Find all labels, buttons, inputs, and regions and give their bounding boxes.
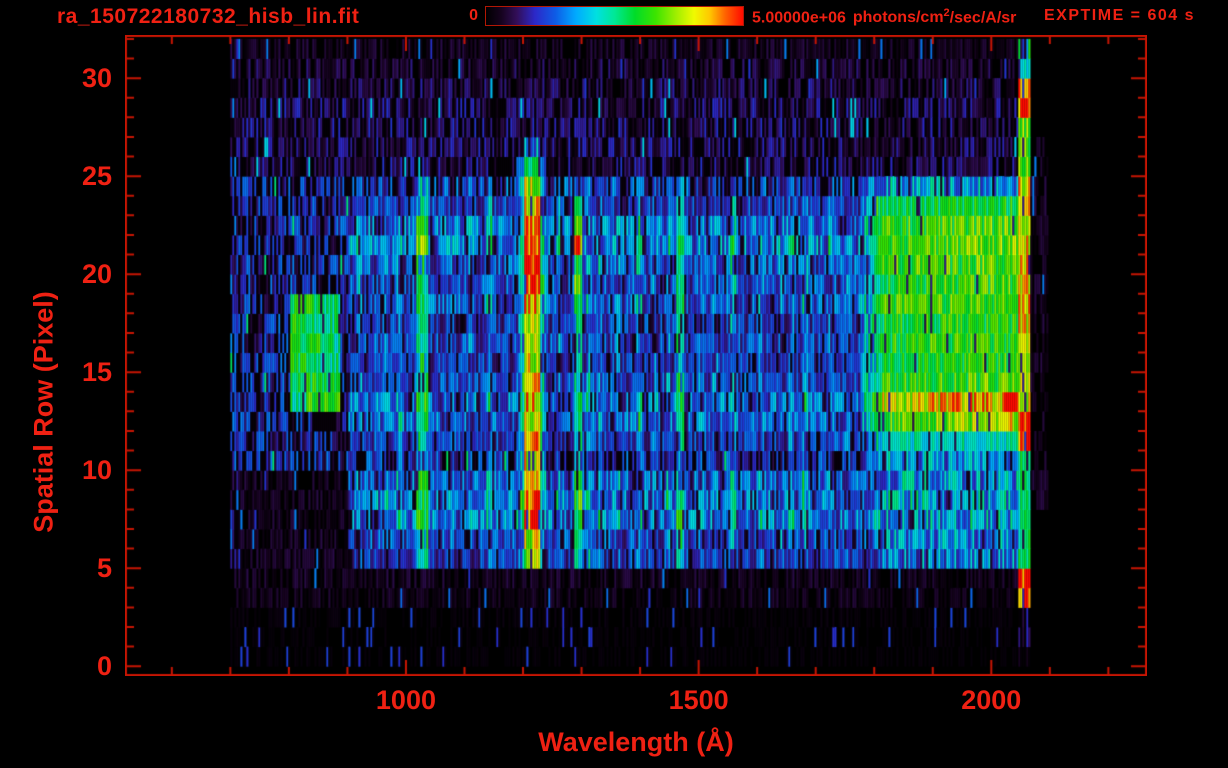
y-tick-label: 0: [96, 651, 112, 682]
colorbar-max-label: 5.00000e+06 photons/cm2/sec/A/sr: [752, 7, 1016, 27]
plot-title: ra_150722180732_hisb_lin.fit: [57, 5, 360, 28]
y-tick-label: 25: [81, 161, 112, 192]
x-axis-label: Wavelength (Å): [538, 727, 734, 757]
y-tick-label: 10: [81, 455, 112, 486]
colorbar-max-value: 5.00000e+06: [752, 9, 846, 27]
exptime-label: EXPTIME = 604 s: [1044, 7, 1196, 24]
x-tick-label: 1500: [668, 685, 729, 715]
plot-window: ra_150722180732_hisb_lin.fit 0 5.00000e+…: [0, 0, 1228, 768]
heatmap-canvas: [125, 35, 1147, 676]
colorbar-min-label: 0: [469, 7, 478, 24]
colorbar-gradient: [486, 7, 743, 25]
y-axis-label: Spatial Row (Pixel): [28, 291, 59, 533]
x-tick-label: 1000: [375, 685, 436, 715]
colorbar-units-prefix: photons/cm: [852, 9, 944, 27]
colorbar: [485, 6, 744, 26]
y-tick-label: 20: [81, 259, 112, 290]
x-tick-label: 2000: [961, 685, 1022, 715]
y-tick-label: 5: [96, 553, 112, 584]
y-tick-label: 15: [81, 357, 112, 388]
y-tick-label: 30: [81, 63, 112, 94]
colorbar-units-suffix: /sec/A/sr: [949, 9, 1017, 27]
